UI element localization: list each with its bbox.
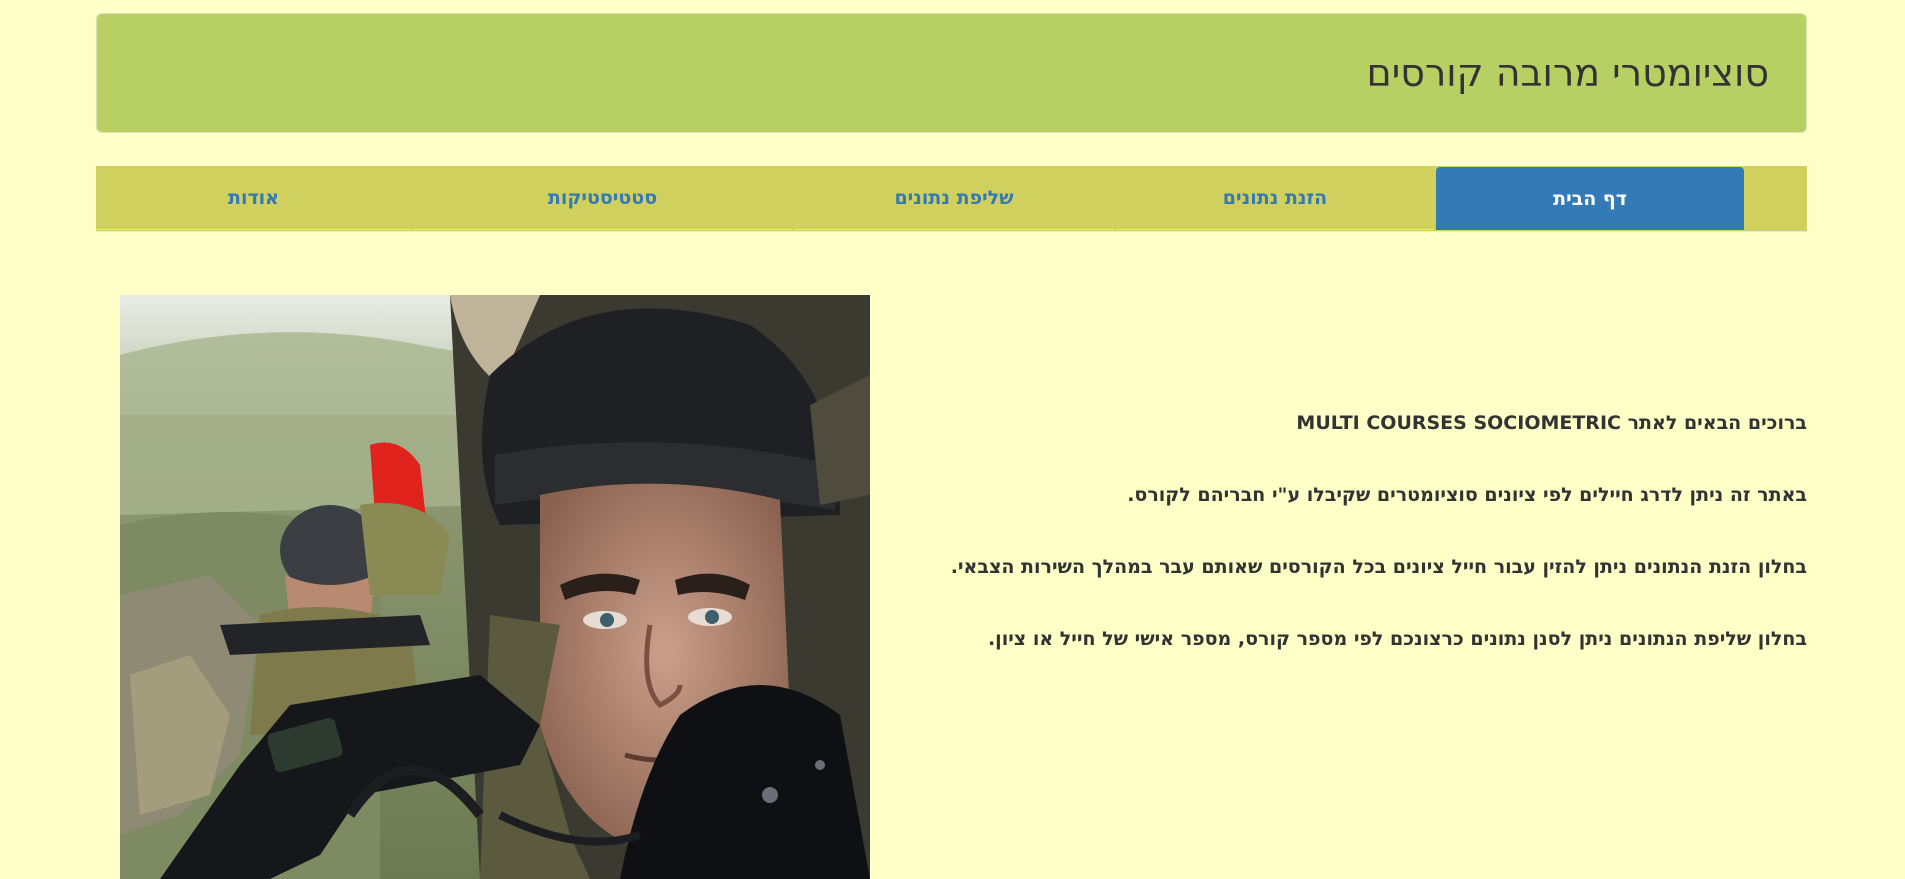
data-retrieval-paragraph: בחלון שליפת הנתונים ניתן לסנן נתונים כרצ… bbox=[987, 628, 1807, 650]
tab-about[interactable]: אודות bbox=[96, 167, 411, 230]
data-entry-paragraph: בחלון הזנת הנתונים ניתן להזין עבור חייל … bbox=[950, 556, 1807, 578]
tab-data-retrieval[interactable]: שליפת נתונים bbox=[794, 167, 1114, 230]
intro-paragraph: באתר זה ניתן לדרג חיילים לפי ציונים סוצי… bbox=[1127, 484, 1807, 506]
welcome-heading: ברוכים הבאים לאתר MULTI COURSES SOCIOMET… bbox=[1296, 412, 1807, 434]
tab-data-entry[interactable]: הזנת נתונים bbox=[1116, 167, 1434, 230]
tab-statistics[interactable]: סטטיסטיקות bbox=[413, 167, 792, 230]
site-title: סוציומטרי מרובה קורסים bbox=[1366, 51, 1769, 95]
site-header: סוציומטרי מרובה קורסים bbox=[96, 13, 1807, 133]
soldier-photo-illustration bbox=[120, 295, 870, 879]
main-nav: דף הבית הזנת נתונים שליפת נתונים סטטיסטי… bbox=[96, 166, 1807, 232]
soldier-photo bbox=[120, 295, 870, 879]
tab-home[interactable]: דף הבית bbox=[1436, 167, 1744, 230]
welcome-content: ברוכים הבאים לאתר MULTI COURSES SOCIOMET… bbox=[927, 405, 1807, 693]
